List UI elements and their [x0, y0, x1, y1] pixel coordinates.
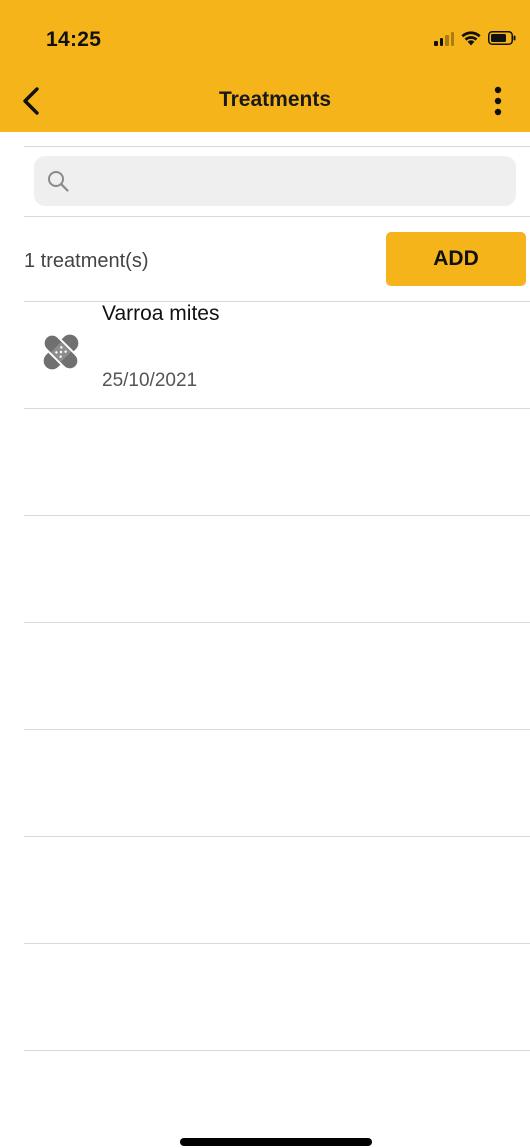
divider	[24, 216, 530, 217]
treatments-screen: 14:25 Treatments 1 treatment(s) ADD Varr…	[0, 0, 530, 1148]
search-icon	[48, 171, 69, 192]
divider	[24, 836, 530, 837]
status-time: 14:25	[46, 28, 102, 51]
treatment-name: Varroa mites	[102, 302, 220, 325]
divider	[24, 943, 530, 944]
signal-icon	[434, 30, 454, 46]
treatment-date: 25/10/2021	[102, 370, 198, 391]
status-icons	[434, 30, 516, 46]
add-treatment-button[interactable]: ADD	[386, 232, 526, 286]
divider	[24, 729, 530, 730]
bandage-icon	[42, 333, 80, 371]
search-input[interactable]	[78, 156, 508, 206]
header-bar: 14:25 Treatments	[0, 0, 530, 132]
search-field[interactable]	[34, 156, 516, 206]
more-vertical-icon[interactable]	[492, 84, 504, 118]
page-title: Treatments	[218, 88, 332, 111]
divider	[24, 1050, 530, 1051]
list-item-treatment[interactable]: Varroa mites 25/10/2021	[24, 302, 530, 408]
home-indicator	[180, 1138, 372, 1146]
divider	[24, 408, 530, 409]
treatment-count: 1 treatment(s)	[24, 250, 149, 272]
divider	[24, 515, 530, 516]
divider	[24, 622, 530, 623]
divider	[24, 146, 530, 147]
wifi-icon	[461, 31, 481, 46]
battery-icon	[488, 31, 516, 45]
